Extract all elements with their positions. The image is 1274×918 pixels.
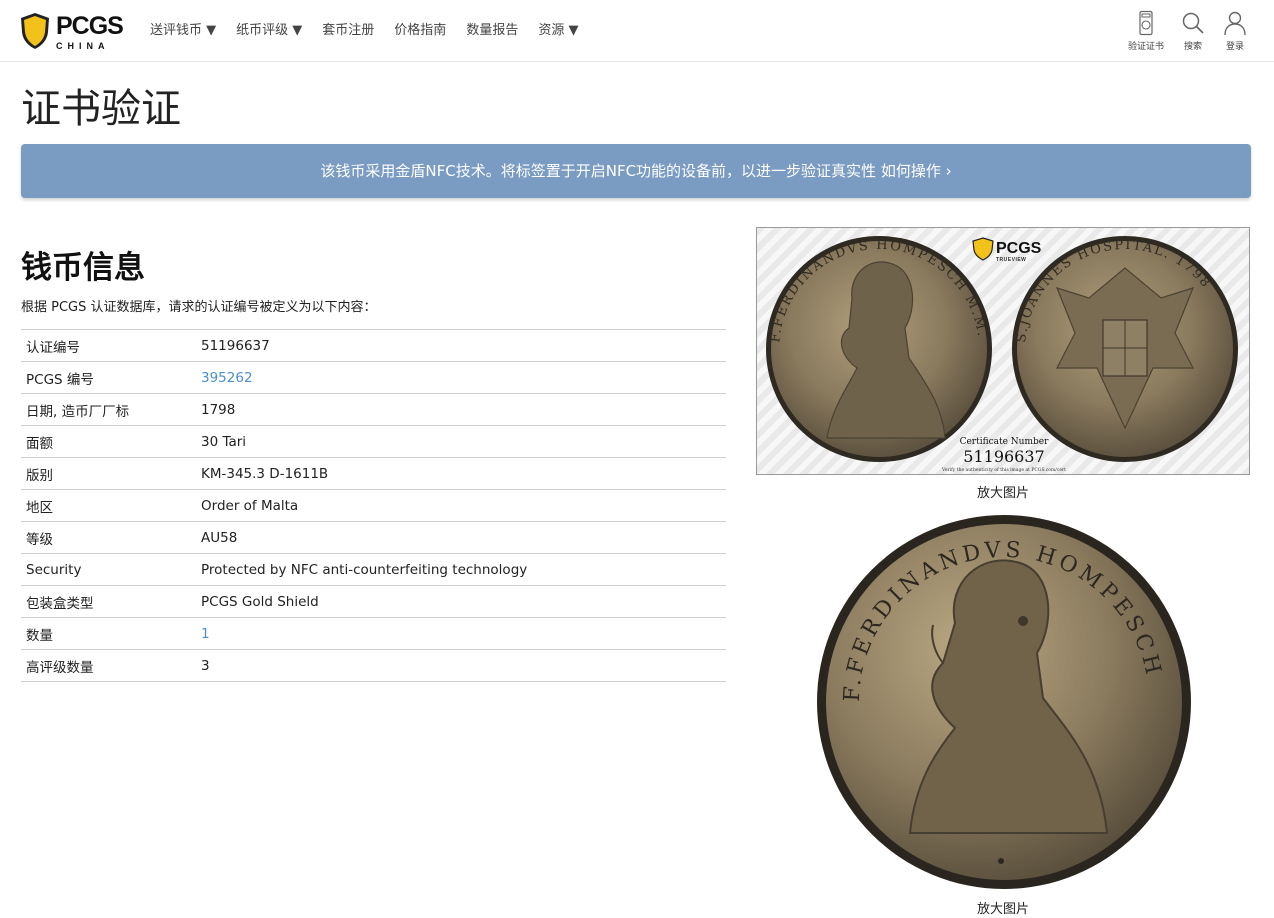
table-row: 版别 KM-345.3 D-1611B: [21, 457, 726, 490]
trueview-coins-illustration: F.FERDINANDVS HOMPESCH M.M. S.JOANNES HO…: [766, 236, 1238, 473]
trueview-brand: PCGS: [996, 240, 1042, 257]
obverse-coin-illustration: F.FERDINANDVS HOMPESCH M.M.: [802, 494, 1191, 889]
row-label: Security: [21, 553, 196, 586]
search-label: 搜索: [1183, 42, 1202, 52]
nav-set-registry[interactable]: 套币注册: [322, 21, 374, 41]
certificate-slab-icon: [1139, 10, 1153, 36]
table-row: 地区 Order of Malta: [21, 489, 726, 522]
coin-info-table: 认证编号 51196637 PCGS 编号 395262 日期, 造币厂厂标 1798…: [21, 329, 726, 682]
row-label: 版别: [21, 457, 196, 490]
nav-population-report[interactable]: 数量报告: [466, 21, 518, 41]
pcgs-number-link[interactable]: 395262: [201, 370, 253, 386]
login-button[interactable]: 登录: [1222, 10, 1248, 52]
search-button[interactable]: 搜索: [1180, 10, 1206, 52]
main-nav: 送评钱币 ▼ 纸币评级 ▼ 套币注册 价格指南 数量报告 资源 ▼: [150, 21, 598, 41]
coin-info-subtitle: 根据 PCGS 认证数据库，请求的认证编号被定义为以下内容：: [21, 300, 377, 315]
row-label: 等级: [21, 521, 196, 554]
enlarged-obverse-image[interactable]: F.FERDINANDVS HOMPESCH M.M.: [802, 494, 1193, 891]
row-value: 51196637: [196, 329, 726, 362]
trueview-image[interactable]: F.FERDINANDVS HOMPESCH M.M. S.JOANNES HO…: [756, 227, 1250, 475]
table-row: 面额 30 Tari: [21, 425, 726, 458]
cert-number: 51196637: [963, 447, 1044, 466]
row-label: 包装盒类型: [21, 585, 196, 618]
table-row: 日期, 造币厂厂标 1798: [21, 393, 726, 426]
row-value: Protected by NFC anti-counterfeiting tec…: [196, 553, 726, 586]
coin-info-title: 钱币信息: [21, 250, 145, 286]
row-value: PCGS Gold Shield: [196, 585, 726, 618]
nav-resources[interactable]: 资源 ▼: [538, 21, 578, 41]
table-row: 高评级数量 3: [21, 649, 726, 682]
row-label: 认证编号: [21, 329, 196, 362]
user-icon: [1224, 11, 1246, 36]
trueview-shield-icon: [972, 237, 994, 261]
login-label: 登录: [1225, 42, 1244, 52]
enlarge-image-link-1[interactable]: 放大图片: [903, 482, 1103, 501]
logo-wordmark: PCGS: [56, 12, 124, 40]
row-value: KM-345.3 D-1611B: [196, 457, 726, 490]
nav-price-guide[interactable]: 价格指南: [394, 21, 446, 41]
page-title: 证书验证: [21, 86, 181, 132]
shield-logo-icon: [21, 13, 49, 49]
row-label: 高评级数量: [21, 649, 196, 682]
search-icon: [1182, 12, 1204, 34]
row-value: Order of Malta: [196, 489, 726, 522]
enlarge-image-link-2[interactable]: 放大图片: [903, 898, 1103, 917]
verify-note: Verify the authenticity of this image at…: [941, 467, 1066, 473]
cert-label: Certificate Number: [960, 437, 1050, 447]
table-row: Security Protected by NFC anti-counterfei…: [21, 553, 726, 586]
table-row: PCGS 编号 395262: [21, 361, 726, 394]
verify-cert-button[interactable]: 验证证书: [1128, 10, 1164, 52]
row-value: AU58: [196, 521, 726, 554]
row-label: 日期, 造币厂厂标: [21, 393, 196, 426]
nav-banknote-grading[interactable]: 纸币评级 ▼: [236, 21, 302, 41]
row-label: PCGS 编号: [21, 361, 196, 394]
row-value: 3: [196, 649, 726, 682]
table-row: 等级 AU58: [21, 521, 726, 554]
table-row: 包装盒类型 PCGS Gold Shield: [21, 585, 726, 618]
row-label: 面额: [21, 425, 196, 458]
table-row: 认证编号 51196637: [21, 329, 726, 362]
logo-subtext: CHINA: [56, 41, 110, 51]
nav-submit-coins[interactable]: 送评钱币 ▼: [150, 21, 216, 41]
pcgs-china-logo[interactable]: PCGS CHINA: [20, 12, 124, 52]
verify-cert-label: 验证证书: [1127, 42, 1164, 52]
population-link[interactable]: 1: [201, 626, 210, 642]
row-label: 地区: [21, 489, 196, 522]
table-row: 数量 1: [21, 617, 726, 650]
row-label: 数量: [21, 617, 196, 650]
row-value: 1798: [196, 393, 726, 426]
trueview-sub: TRUEVIEW: [996, 257, 1026, 263]
row-value: 30 Tari: [196, 425, 726, 458]
header-tools: 验证证书 搜索 登录: [1112, 10, 1248, 52]
nfc-info-banner[interactable]: 该钱币采用金盾NFC技术。将标签置于开启NFC功能的设备前，以进一步验证真实性 …: [21, 144, 1251, 198]
top-navbar: PCGS CHINA 送评钱币 ▼ 纸币评级 ▼ 套币注册 价格指南 数量报告 …: [0, 0, 1274, 62]
